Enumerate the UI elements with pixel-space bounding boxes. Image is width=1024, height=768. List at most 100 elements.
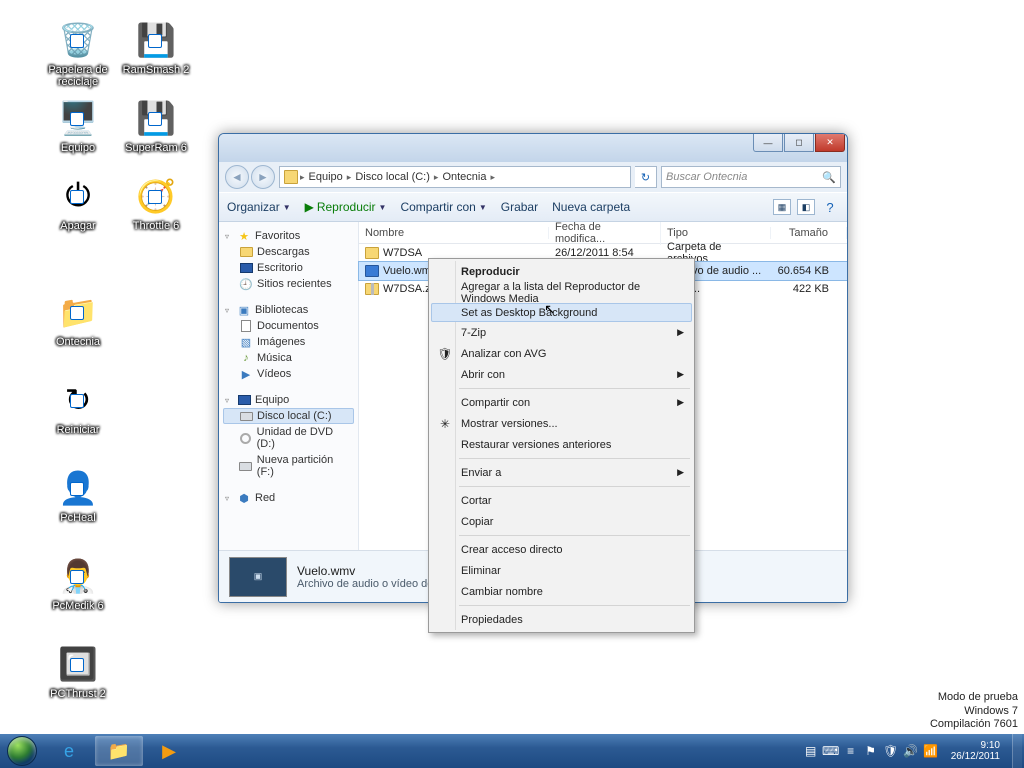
nav-item[interactable]: Escritorio bbox=[223, 260, 354, 276]
context-menu-item[interactable]: Propiedades bbox=[431, 609, 692, 630]
nav-item[interactable]: Descargas bbox=[223, 244, 354, 260]
tray-icon[interactable]: 📶 bbox=[923, 743, 939, 759]
search-icon[interactable]: 🔍 bbox=[822, 171, 836, 184]
nav-item[interactable]: Disco local (C:) bbox=[223, 408, 354, 424]
context-menu-item[interactable]: Copiar bbox=[431, 511, 692, 532]
nav-header[interactable]: ▿Equipo bbox=[223, 392, 354, 408]
show-desktop-button[interactable] bbox=[1012, 734, 1022, 768]
tray-icon[interactable]: ⚑ bbox=[863, 743, 879, 759]
taskbar-button-explorer[interactable]: 📁 bbox=[95, 736, 143, 766]
pcheal-icon: 👤 bbox=[56, 466, 100, 510]
nav-item[interactable]: ▧Imágenes bbox=[223, 334, 354, 350]
nav-header[interactable]: ▿★Favoritos bbox=[223, 228, 354, 244]
details-thumbnail: ▣ bbox=[229, 557, 287, 597]
menu-item-label: Agregar a la lista del Reproductor de Wi… bbox=[461, 281, 670, 305]
nav-item[interactable]: Documentos bbox=[223, 318, 354, 334]
context-menu-item[interactable]: Restaurar versiones anteriores bbox=[431, 434, 692, 455]
taskbar-button-wmp[interactable]: ▶ bbox=[145, 736, 193, 766]
tray-icon[interactable]: ≡ bbox=[843, 743, 859, 759]
context-menu-item[interactable]: Compartir con ▶ bbox=[431, 392, 692, 413]
desktop-icon-label: PcMedik 6 bbox=[40, 600, 116, 612]
nav-header[interactable]: ▿▣Bibliotecas bbox=[223, 302, 354, 318]
nav-back-button[interactable]: ◄ bbox=[225, 165, 249, 189]
ontecnia-icon: 📁 bbox=[56, 290, 100, 334]
titlebar[interactable]: — ◻ ✕ bbox=[219, 134, 847, 162]
nav-item[interactable]: 🕘Sitios recientes bbox=[223, 276, 354, 292]
menu-item-label: Compartir con bbox=[461, 397, 530, 409]
desktop-icon-superram[interactable]: 💾SuperRam 6 bbox=[118, 96, 194, 154]
breadcrumb[interactable]: ▸ Equipo▸ Disco local (C:)▸ Ontecnia▸ bbox=[279, 166, 631, 188]
submenu-arrow-icon: ▶ bbox=[677, 369, 684, 380]
search-input[interactable]: Buscar Ontecnia 🔍 bbox=[661, 166, 841, 188]
maximize-button[interactable]: ◻ bbox=[784, 134, 814, 152]
breadcrumb-seg[interactable]: Disco local (C:) bbox=[353, 171, 432, 183]
menu-item-label: Restaurar versiones anteriores bbox=[461, 439, 611, 451]
start-button[interactable] bbox=[0, 734, 44, 768]
desktop-icon-apagar[interactable]: ⏻Apagar bbox=[40, 174, 116, 232]
superram-icon: 💾 bbox=[134, 96, 178, 140]
desktop-icon-pcheal[interactable]: 👤PcHeal bbox=[40, 466, 116, 524]
nav-item[interactable]: Unidad de DVD (D:) bbox=[223, 424, 354, 452]
menu-item-label: Enviar a bbox=[461, 467, 501, 479]
context-menu-item[interactable]: ✳ Mostrar versiones... bbox=[431, 413, 692, 434]
preview-pane-button[interactable]: ◧ bbox=[797, 199, 815, 215]
view-button[interactable]: ▦ bbox=[773, 199, 791, 215]
toolbar-share[interactable]: Compartir con ▼ bbox=[400, 200, 486, 214]
context-menu-item[interactable]: Abrir con ▶ bbox=[431, 364, 692, 385]
folder-icon bbox=[284, 170, 298, 184]
context-menu-item[interactable]: Agregar a la lista del Reproductor de Wi… bbox=[431, 282, 692, 303]
nav-item[interactable]: ♪Música bbox=[223, 350, 354, 366]
tray-icon[interactable]: 🛡 bbox=[883, 743, 899, 759]
menu-item-label: Crear acceso directo bbox=[461, 544, 563, 556]
col-size[interactable]: Tamaño bbox=[771, 227, 847, 239]
close-button[interactable]: ✕ bbox=[815, 134, 845, 152]
menu-item-label: 7-Zip bbox=[461, 327, 486, 339]
taskbar-button-ie[interactable]: e bbox=[45, 736, 93, 766]
minimize-button[interactable]: — bbox=[753, 134, 783, 152]
help-button[interactable]: ? bbox=[821, 199, 839, 215]
breadcrumb-seg[interactable]: Ontecnia bbox=[440, 171, 488, 183]
desktop-icon-ramsmash[interactable]: 💾RamSmash 2 bbox=[118, 18, 194, 76]
taskbar-clock[interactable]: 9:10 26/12/2011 bbox=[945, 740, 1006, 762]
menu-separator bbox=[459, 535, 690, 536]
column-headers[interactable]: Nombre Fecha de modifica... Tipo Tamaño bbox=[359, 222, 847, 244]
context-menu-item[interactable]: Eliminar bbox=[431, 560, 692, 581]
context-menu-item[interactable]: Cambiar nombre bbox=[431, 581, 692, 602]
col-type[interactable]: Tipo bbox=[661, 227, 771, 239]
nav-header[interactable]: ▿⬢Red bbox=[223, 490, 354, 506]
file-size: 422 KB bbox=[771, 283, 847, 295]
desktop-icon-reiniciar[interactable]: ↻Reiniciar bbox=[40, 378, 116, 436]
tray-icon[interactable]: 🔊 bbox=[903, 743, 919, 759]
desktop-icon-label: Papelera de reciclaje bbox=[40, 64, 116, 88]
system-tray: ▤⌨≡⚑🛡🔊📶 9:10 26/12/2011 bbox=[803, 734, 1024, 768]
tray-icon[interactable]: ⌨ bbox=[823, 743, 839, 759]
context-menu-item[interactable]: Crear acceso directo bbox=[431, 539, 692, 560]
desktop-icon-pcthrust[interactable]: 🔲PCThrust 2 bbox=[40, 642, 116, 700]
context-menu-item[interactable]: 7-Zip ▶ bbox=[431, 322, 692, 343]
col-name[interactable]: Nombre bbox=[359, 227, 549, 239]
tray-icon[interactable]: ▤ bbox=[803, 743, 819, 759]
toolbar-organize[interactable]: Organizar ▼ bbox=[227, 200, 291, 214]
desktop-icon-recycle[interactable]: 🗑️Papelera de reciclaje bbox=[40, 18, 116, 88]
toolbar-new-folder[interactable]: Nueva carpeta bbox=[552, 200, 630, 214]
menu-item-icon: 🛡 bbox=[437, 347, 453, 361]
menu-item-label: Abrir con bbox=[461, 369, 505, 381]
refresh-button[interactable]: ↻ bbox=[635, 166, 657, 188]
context-menu-item[interactable]: Cortar bbox=[431, 490, 692, 511]
nav-item[interactable]: ▶Vídeos bbox=[223, 366, 354, 382]
context-menu-item[interactable]: 🛡 Analizar con AVG bbox=[431, 343, 692, 364]
context-menu-item[interactable]: Enviar a ▶ bbox=[431, 462, 692, 483]
desktop-icon-throttle[interactable]: 🧭Throttle 6 bbox=[118, 174, 194, 232]
nav-item[interactable]: Nueva partición (F:) bbox=[223, 452, 354, 480]
col-date[interactable]: Fecha de modifica... bbox=[549, 222, 661, 245]
context-menu-item[interactable]: Reproducir bbox=[431, 261, 692, 282]
breadcrumb-seg[interactable]: Equipo bbox=[307, 171, 345, 183]
toolbar-burn[interactable]: Grabar bbox=[501, 200, 538, 214]
desktop-icon-ontecnia[interactable]: 📁Ontecnia bbox=[40, 290, 116, 348]
toolbar-play[interactable]: ▶ Reproducir ▼ bbox=[305, 200, 387, 214]
desktop-icon-pcmedik[interactable]: 👨‍⚕️PcMedik 6 bbox=[40, 554, 116, 612]
nav-forward-button[interactable]: ► bbox=[251, 165, 275, 189]
desktop-icon-equipo[interactable]: 🖥️Equipo bbox=[40, 96, 116, 154]
menu-item-label: Analizar con AVG bbox=[461, 348, 546, 360]
context-menu-item[interactable]: Set as Desktop Background bbox=[431, 303, 692, 322]
